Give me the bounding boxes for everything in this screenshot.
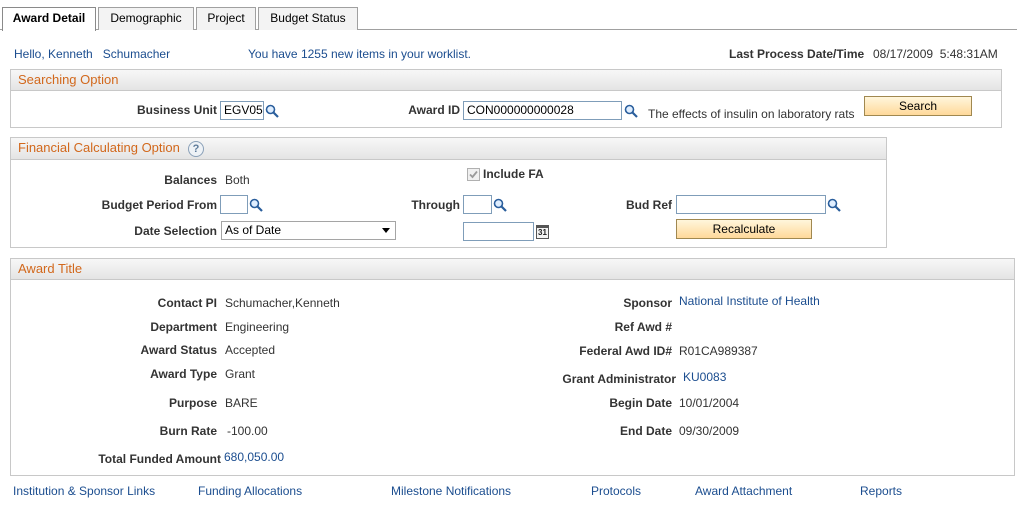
grant-admin-link[interactable]: KU0083 (683, 370, 726, 384)
business-unit-lookup-icon[interactable] (265, 104, 279, 118)
through-input[interactable] (463, 195, 492, 214)
date-selection-label: Date Selection (134, 224, 217, 238)
bud-ref-lookup-icon[interactable] (827, 198, 841, 212)
checkmark-icon (469, 170, 478, 179)
award-title-heading: Award Title (11, 259, 1014, 280)
reports-link[interactable]: Reports (860, 484, 902, 498)
budget-period-from-label: Budget Period From (101, 198, 217, 212)
begin-date-value: 10/01/2004 (679, 396, 740, 410)
business-unit-input[interactable]: EGV05 (220, 101, 264, 120)
balances-value: Both (225, 173, 250, 187)
bud-ref-label: Bud Ref (626, 198, 672, 212)
burn-rate-label: Burn Rate (159, 424, 217, 438)
institution-sponsor-links[interactable]: Institution & Sponsor Links (13, 484, 155, 498)
budget-period-from-input[interactable] (220, 195, 248, 214)
financial-option-title: Financial Calculating Option (18, 140, 180, 155)
include-fa-label: Include FA (483, 167, 544, 181)
purpose-value: BARE (225, 396, 258, 410)
total-funded-link[interactable]: 680,050.00 (224, 450, 284, 464)
financial-option-header: Financial Calculating Option (11, 138, 886, 160)
dropdown-arrow-icon (382, 228, 390, 233)
begin-date-label: Begin Date (609, 396, 672, 410)
award-attachment-link[interactable]: Award Attachment (695, 484, 792, 498)
protocols-link[interactable]: Protocols (591, 484, 641, 498)
milestone-notifications-link[interactable]: Milestone Notifications (391, 484, 511, 498)
award-description: The effects of insulin on laboratory rat… (648, 107, 855, 121)
award-status-label: Award Status (140, 343, 217, 357)
award-id-lookup-icon[interactable] (624, 104, 638, 118)
sponsor-label: Sponsor (623, 296, 672, 310)
award-type-value: Grant (225, 367, 256, 381)
sponsor-link[interactable]: National Institute of Health (679, 294, 820, 308)
through-label: Through (411, 198, 460, 212)
through-lookup-icon[interactable] (493, 198, 507, 212)
searching-option-title: Searching Option (11, 70, 1001, 91)
as-of-date-input[interactable] (463, 222, 534, 241)
ref-awd-label: Ref Awd # (614, 320, 672, 334)
tab-award-detail[interactable]: Award Detail (2, 7, 96, 31)
tab-budget-status[interactable]: Budget Status (258, 7, 358, 30)
federal-awd-label: Federal Awd ID# (579, 344, 672, 358)
award-type-label: Award Type (150, 367, 217, 381)
contact-pi-value: Schumacher,Kenneth (225, 296, 340, 310)
burn-rate-value: -100.00 (227, 424, 268, 438)
purpose-label: Purpose (168, 396, 217, 410)
end-date-label: End Date (619, 424, 672, 438)
recalculate-button[interactable]: Recalculate (676, 219, 812, 239)
search-button[interactable]: Search (864, 96, 972, 116)
federal-awd-value: R01CA989387 (679, 344, 758, 358)
tab-demographic[interactable]: Demographic (98, 7, 194, 30)
department-value: Engineering (225, 320, 290, 334)
calendar-icon[interactable]: 31 (536, 225, 549, 239)
tab-project[interactable]: Project (196, 7, 256, 30)
award-id-input[interactable]: CON000000000028 (463, 101, 622, 120)
budget-period-from-lookup-icon[interactable] (249, 198, 263, 212)
include-fa-checkbox[interactable] (467, 168, 480, 181)
date-selection-value: As of Date (225, 223, 282, 237)
funding-allocations-link[interactable]: Funding Allocations (198, 484, 302, 498)
balances-label: Balances (164, 173, 217, 187)
help-icon[interactable]: ? (188, 141, 204, 157)
bud-ref-input[interactable] (676, 195, 826, 214)
contact-pi-label: Contact PI (157, 296, 217, 310)
grant-admin-label: Grant Administrator (562, 372, 676, 386)
department-label: Department (150, 320, 217, 334)
end-date-value: 09/30/2009 (679, 424, 740, 438)
business-unit-label: Business Unit (136, 103, 217, 117)
award-id-label: Award ID (408, 103, 460, 117)
last-process-label: Last Process Date/Time (729, 47, 865, 61)
date-selection-dropdown[interactable]: As of Date (221, 221, 396, 240)
greeting-text: Hello, Kenneth Schumacher (14, 47, 171, 61)
worklist-link[interactable]: You have 1255 new items in your worklist… (248, 47, 471, 61)
last-process-value: 08/17/2009 5:48:31AM (873, 47, 998, 61)
award-status-value: Accepted (225, 343, 276, 357)
total-funded-label: Total Funded Amount (98, 452, 221, 466)
